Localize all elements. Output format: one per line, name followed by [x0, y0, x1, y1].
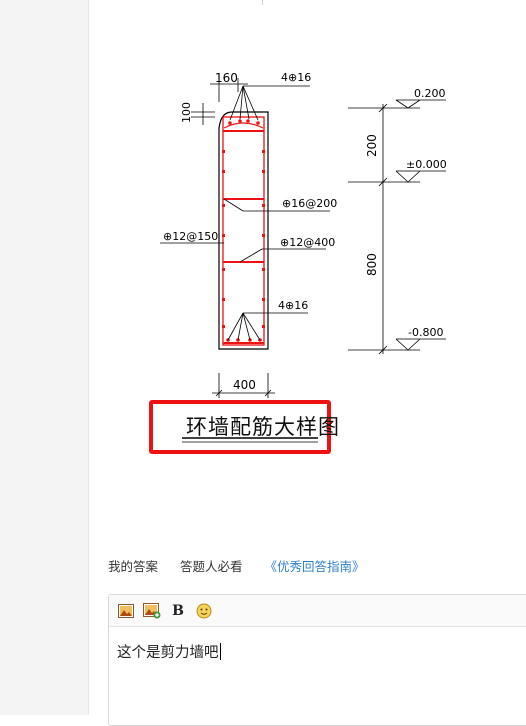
emoji-icon[interactable] — [195, 602, 213, 620]
must-read-label: 答题人必看 — [180, 559, 243, 574]
text-cursor — [219, 643, 221, 660]
answer-text: 这个是剪力墙吧 — [117, 645, 219, 661]
answer-guide-link[interactable]: 《优秀回答指南》 — [265, 559, 365, 574]
image-add-icon[interactable] — [143, 602, 161, 620]
bold-button[interactable]: B — [169, 602, 187, 620]
answer-bar: 我的答案 答题人必看 《优秀回答指南》 — [108, 556, 365, 575]
image-icon[interactable] — [117, 602, 135, 620]
my-answer-label: 我的答案 — [108, 559, 159, 574]
answer-editor[interactable]: B 这个是剪力墙吧 — [108, 594, 526, 726]
title-underline — [182, 437, 318, 443]
editor-content[interactable]: 这个是剪力墙吧 — [109, 627, 526, 676]
editor-toolbar: B — [109, 595, 526, 627]
